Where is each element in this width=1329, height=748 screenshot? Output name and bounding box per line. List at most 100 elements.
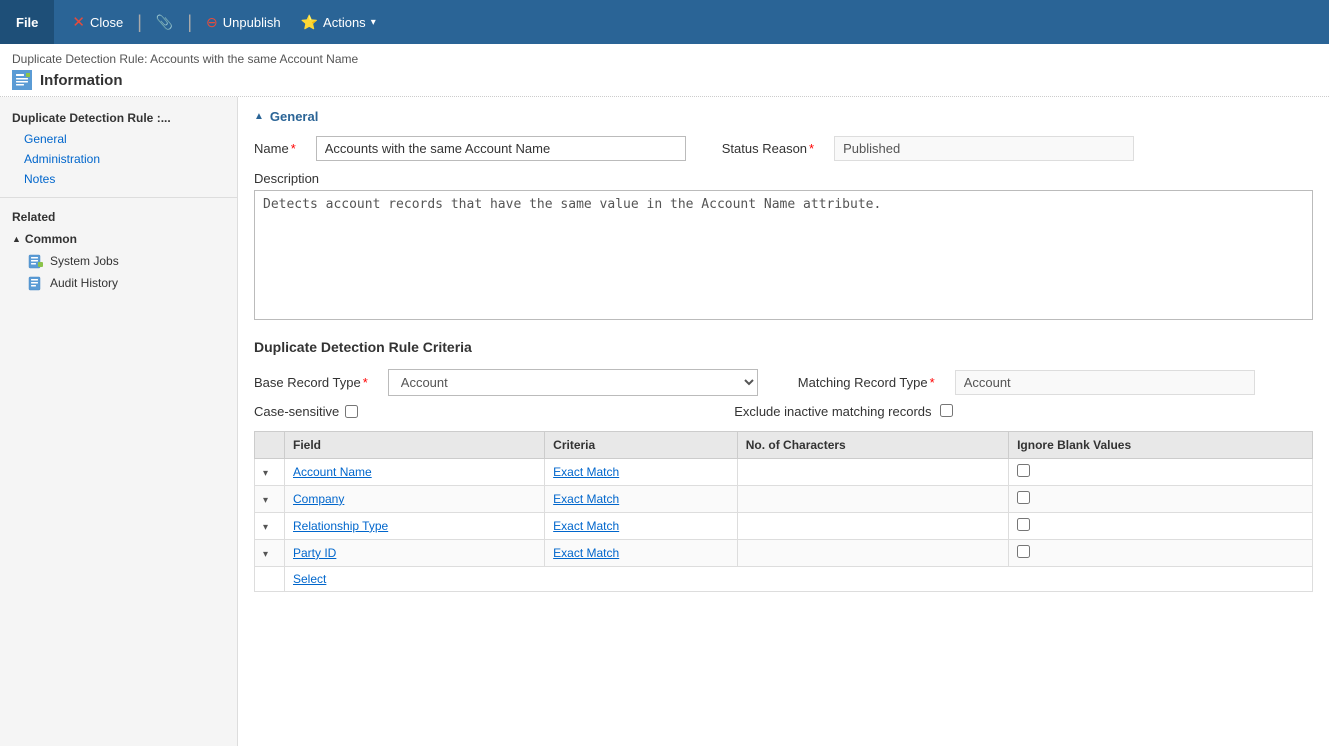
matching-record-type-label: Matching Record Type* <box>798 375 935 390</box>
page-title: Information <box>40 72 123 89</box>
criteria-table: Field Criteria No. of Characters Ignore … <box>254 431 1313 592</box>
audit-history-label: Audit History <box>50 276 118 290</box>
name-field-group: Name* <box>254 136 686 161</box>
close-button[interactable]: ✕ Close <box>62 7 133 37</box>
criteria-cell-2: Exact Match <box>545 485 738 512</box>
field-link-4[interactable]: Party ID <box>293 546 336 560</box>
general-section-header: ▲ General <box>254 109 1313 124</box>
description-textarea[interactable]: Detects account records that have the sa… <box>254 190 1313 320</box>
field-cell-1: Account Name <box>285 458 545 485</box>
attachment-button[interactable]: 📎 <box>146 8 183 37</box>
field-cell-3: Relationship Type <box>285 512 545 539</box>
expand-icon-3[interactable]: ▾ <box>263 522 268 533</box>
criteria-cell-1: Exact Match <box>545 458 738 485</box>
criteria-link-4[interactable]: Exact Match <box>553 546 619 560</box>
col-field: Field <box>285 431 545 458</box>
name-status-row: Name* Status Reason* <box>254 136 1313 161</box>
field-cell-2: Company <box>285 485 545 512</box>
expand-cell-4: ▾ <box>255 539 285 566</box>
col-expand <box>255 431 285 458</box>
blank-cell-4 <box>1009 539 1313 566</box>
col-no-chars: No. of Characters <box>737 431 1008 458</box>
actions-button[interactable]: ⭐ Actions ▾ <box>291 8 386 37</box>
triangle-icon: ▲ <box>12 234 21 244</box>
sidebar-item-general[interactable]: General <box>0 129 237 149</box>
case-sensitive-checkbox[interactable] <box>345 405 358 418</box>
name-input[interactable] <box>316 136 686 161</box>
base-record-type-select[interactable]: Account <box>388 369 758 396</box>
criteria-table-body: ▾ Account Name Exact Match ▾ Company Exa… <box>255 458 1313 591</box>
case-sensitive-field: Case-sensitive <box>254 404 358 419</box>
page-title-row: Information <box>12 70 1317 90</box>
toolbar-actions: ✕ Close | 📎 | ⊖ Unpublish ⭐ Actions ▾ <box>54 7 393 37</box>
separator-2: | <box>183 12 196 33</box>
ignore-blank-check-2[interactable] <box>1017 491 1030 504</box>
page-header: Duplicate Detection Rule: Accounts with … <box>0 44 1329 97</box>
breadcrumb: Duplicate Detection Rule: Accounts with … <box>12 52 1317 66</box>
exclude-inactive-checkbox[interactable] <box>940 404 953 417</box>
table-row: ▾ Relationship Type Exact Match <box>255 512 1313 539</box>
ignore-blank-check-3[interactable] <box>1017 518 1030 531</box>
exclude-label: Exclude inactive matching records <box>734 404 931 421</box>
matching-required: * <box>930 375 935 390</box>
select-link[interactable]: Select <box>293 572 326 586</box>
ignore-blank-check-1[interactable] <box>1017 464 1030 477</box>
unpublish-icon: ⊖ <box>206 14 218 31</box>
expand-icon-2[interactable]: ▾ <box>263 495 268 506</box>
base-record-select-wrapper: Account <box>388 369 758 396</box>
select-expand-cell <box>255 566 285 591</box>
collapse-icon[interactable]: ▲ <box>254 111 264 122</box>
expand-cell-1: ▾ <box>255 458 285 485</box>
common-label: Common <box>25 232 77 246</box>
exclude-row: Exclude inactive matching records <box>734 404 952 421</box>
matching-record-type-input <box>955 370 1255 395</box>
expand-cell-2: ▾ <box>255 485 285 512</box>
expand-icon-1[interactable]: ▾ <box>263 468 268 479</box>
expand-icon-4[interactable]: ▾ <box>263 549 268 560</box>
paperclip-icon: 📎 <box>156 14 173 31</box>
unpublish-button[interactable]: ⊖ Unpublish <box>196 8 291 37</box>
field-link-3[interactable]: Relationship Type <box>293 519 388 533</box>
blank-cell-3 <box>1009 512 1313 539</box>
blank-cell-2 <box>1009 485 1313 512</box>
system-jobs-label: System Jobs <box>50 254 119 268</box>
separator-1: | <box>133 12 146 33</box>
sidebar-item-administration[interactable]: Administration <box>0 149 237 169</box>
sidebar-common-header: ▲ Common <box>0 228 237 250</box>
sidebar-item-audit-history[interactable]: Audit History <box>0 272 237 294</box>
case-sensitive-label: Case-sensitive <box>254 404 339 419</box>
criteria-table-header: Field Criteria No. of Characters Ignore … <box>255 431 1313 458</box>
table-row: ▾ Account Name Exact Match <box>255 458 1313 485</box>
exclude-field: Exclude inactive matching records <box>734 404 952 421</box>
criteria-section-title: Duplicate Detection Rule Criteria <box>254 339 1313 359</box>
base-required: * <box>363 375 368 390</box>
description-label: Description <box>254 171 1313 186</box>
criteria-link-2[interactable]: Exact Match <box>553 492 619 506</box>
sidebar: Duplicate Detection Rule :... General Ad… <box>0 97 238 746</box>
close-label: Close <box>90 15 123 30</box>
page-icon <box>12 70 32 90</box>
file-button[interactable]: File <box>0 0 54 44</box>
options-row: Case-sensitive Exclude inactive matching… <box>254 404 1313 421</box>
actions-icon: ⭐ <box>301 14 318 31</box>
criteria-link-3[interactable]: Exact Match <box>553 519 619 533</box>
chars-cell-4 <box>737 539 1008 566</box>
chars-cell-1 <box>737 458 1008 485</box>
field-link-1[interactable]: Account Name <box>293 465 372 479</box>
criteria-cell-3: Exact Match <box>545 512 738 539</box>
select-cell: Select <box>285 566 1313 591</box>
chars-cell-2 <box>737 485 1008 512</box>
field-link-2[interactable]: Company <box>293 492 344 506</box>
name-required: * <box>291 141 296 156</box>
ignore-blank-check-4[interactable] <box>1017 545 1030 558</box>
matching-record-type-group: Matching Record Type* <box>798 370 1255 395</box>
base-record-type-label: Base Record Type* <box>254 375 368 390</box>
main-content: ▲ General Name* Status Reason* Descripti… <box>238 97 1329 746</box>
sidebar-item-notes[interactable]: Notes <box>0 169 237 189</box>
col-ignore-blank: Ignore Blank Values <box>1009 431 1313 458</box>
unpublish-label: Unpublish <box>223 15 281 30</box>
record-type-row: Base Record Type* Account Matching Recor… <box>254 369 1313 396</box>
criteria-link-1[interactable]: Exact Match <box>553 465 619 479</box>
sidebar-item-system-jobs[interactable]: System Jobs <box>0 250 237 272</box>
status-reason-label: Status Reason* <box>722 141 814 156</box>
